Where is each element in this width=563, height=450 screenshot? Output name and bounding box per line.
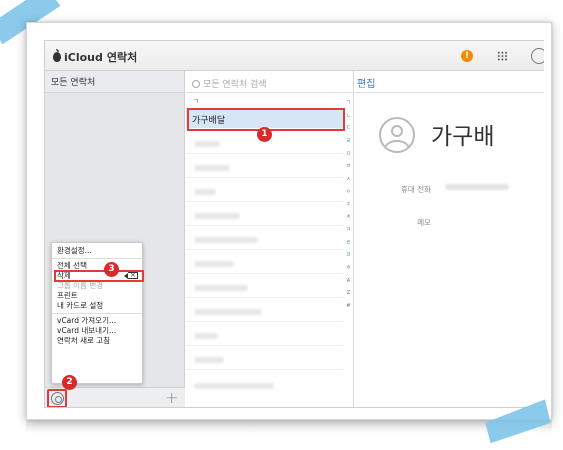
index-letter[interactable]: ㅈ xyxy=(343,199,354,212)
search-input[interactable]: 모든 연락처 검색 xyxy=(186,71,353,93)
step-badge-3: 3 xyxy=(104,262,119,277)
account-icon[interactable] xyxy=(531,48,544,64)
search-placeholder: 모든 연락처 검색 xyxy=(203,80,267,90)
brand-app-name: 연락처 xyxy=(106,51,138,64)
avatar xyxy=(379,117,415,153)
index-letter[interactable]: ㅎ xyxy=(343,262,354,275)
gear-highlight-box xyxy=(47,389,67,407)
list-item[interactable] xyxy=(194,237,258,243)
row-divider xyxy=(186,201,343,202)
icloud-contacts-window: iCloud 연락처 ! 모든 연락처 + 환경설정... 전체 선택 삭제 그… xyxy=(44,40,544,408)
index-letter[interactable]: ㄷ xyxy=(343,122,354,135)
row-divider xyxy=(186,369,343,370)
alert-icon[interactable]: ! xyxy=(461,50,473,62)
app-grid-icon[interactable] xyxy=(497,51,508,61)
menu-item-preferences[interactable]: 환경설정... xyxy=(52,246,142,256)
index-letter[interactable]: ㅊ xyxy=(343,211,354,224)
row-divider xyxy=(186,249,343,250)
menu-item-make-my-card[interactable]: 내 카드로 설정 xyxy=(52,301,142,311)
list-item[interactable] xyxy=(194,333,218,339)
index-letter[interactable]: ㅇ xyxy=(343,186,354,199)
menu-item-export-vcard[interactable]: vCard 내보내기... xyxy=(52,326,142,336)
menu-item-delete[interactable]: 삭제 xyxy=(52,270,144,282)
list-item[interactable] xyxy=(194,213,240,219)
page-shadow xyxy=(26,418,552,434)
index-letter[interactable]: ㅌ xyxy=(343,237,354,250)
contact-detail: 편집 가구배 휴대 전화 메모 xyxy=(355,71,544,407)
step-badge-1: 1 xyxy=(257,127,272,142)
list-item[interactable] xyxy=(194,189,216,195)
brand-icloud: iCloud xyxy=(64,50,103,64)
row-divider xyxy=(186,225,343,226)
menu-item-rename-group: 그룹 이름 변경 xyxy=(57,281,104,290)
avatar-head xyxy=(391,125,403,137)
row-divider xyxy=(186,321,343,322)
row-divider xyxy=(186,273,343,274)
index-letter[interactable]: Z xyxy=(343,287,354,300)
alphabet-index: ㄱ ㄴ ㄷ ㄹ ㅁ ㅂ ㅅ ㅇ ㅈ ㅊ ㅋ ㅌ ㅍ ㅎ A Z # xyxy=(343,97,354,397)
apple-logo-icon xyxy=(53,49,61,62)
brand[interactable]: iCloud 연락처 xyxy=(53,49,137,65)
edit-button[interactable]: 편집 xyxy=(355,71,544,93)
index-letter[interactable]: ㅁ xyxy=(343,148,354,161)
menu-item-import-vcard[interactable]: vCard 가져오기... xyxy=(52,316,142,326)
index-letter[interactable]: ㄹ xyxy=(343,135,354,148)
menu-item-print[interactable]: 프린트 xyxy=(52,291,142,301)
index-letter[interactable]: ㄴ xyxy=(343,110,354,123)
sidebar-toolbar: + xyxy=(45,387,185,407)
index-letter[interactable]: # xyxy=(343,300,354,313)
row-divider xyxy=(186,345,343,346)
add-group-button[interactable]: + xyxy=(165,388,178,407)
index-letter[interactable]: ㅍ xyxy=(343,249,354,262)
index-letter[interactable]: ㄱ xyxy=(343,97,354,110)
list-item[interactable] xyxy=(194,285,248,291)
title-bar: iCloud 연락처 ! xyxy=(45,41,544,71)
contact-name: 가구배 xyxy=(431,124,495,150)
row-divider xyxy=(186,177,343,178)
menu-separator xyxy=(52,313,142,314)
menu-item-refresh-contacts[interactable]: 연락처 새로 고침 xyxy=(52,336,142,346)
section-header: ㄱ xyxy=(192,97,200,106)
row-divider xyxy=(186,153,343,154)
list-item[interactable] xyxy=(194,383,274,389)
avatar-body xyxy=(384,140,410,151)
list-item[interactable] xyxy=(194,165,230,171)
index-letter[interactable]: ㅅ xyxy=(343,173,354,186)
group-all-contacts[interactable]: 모든 연락처 xyxy=(45,71,184,93)
phone-label: 휴대 전화 xyxy=(401,185,431,194)
memo-label: 메모 xyxy=(417,218,431,227)
index-letter[interactable]: ㅂ xyxy=(343,160,354,173)
list-item[interactable] xyxy=(194,141,220,147)
index-letter[interactable]: A xyxy=(343,275,354,288)
search-icon xyxy=(192,79,200,88)
list-item[interactable] xyxy=(194,261,234,267)
step-badge-2: 2 xyxy=(62,375,77,390)
settings-menu: 환경설정... 전체 선택 삭제 그룹 이름 변경 프린트 내 카드로 설정 v… xyxy=(51,242,144,384)
list-item[interactable] xyxy=(194,309,262,315)
menu-separator xyxy=(52,258,142,259)
phone-value xyxy=(445,184,509,190)
list-item[interactable] xyxy=(194,357,224,363)
row-divider xyxy=(186,297,343,298)
index-letter[interactable]: ㅋ xyxy=(343,224,354,237)
contact-list: 모든 연락처 검색 ㄱ 가구배달 ㄱ ㄴ ㄷ ㄹ ㅁ ㅂ ㅅ ㅇ ㅈ ㅊ ㅋ ㅌ… xyxy=(186,71,354,407)
